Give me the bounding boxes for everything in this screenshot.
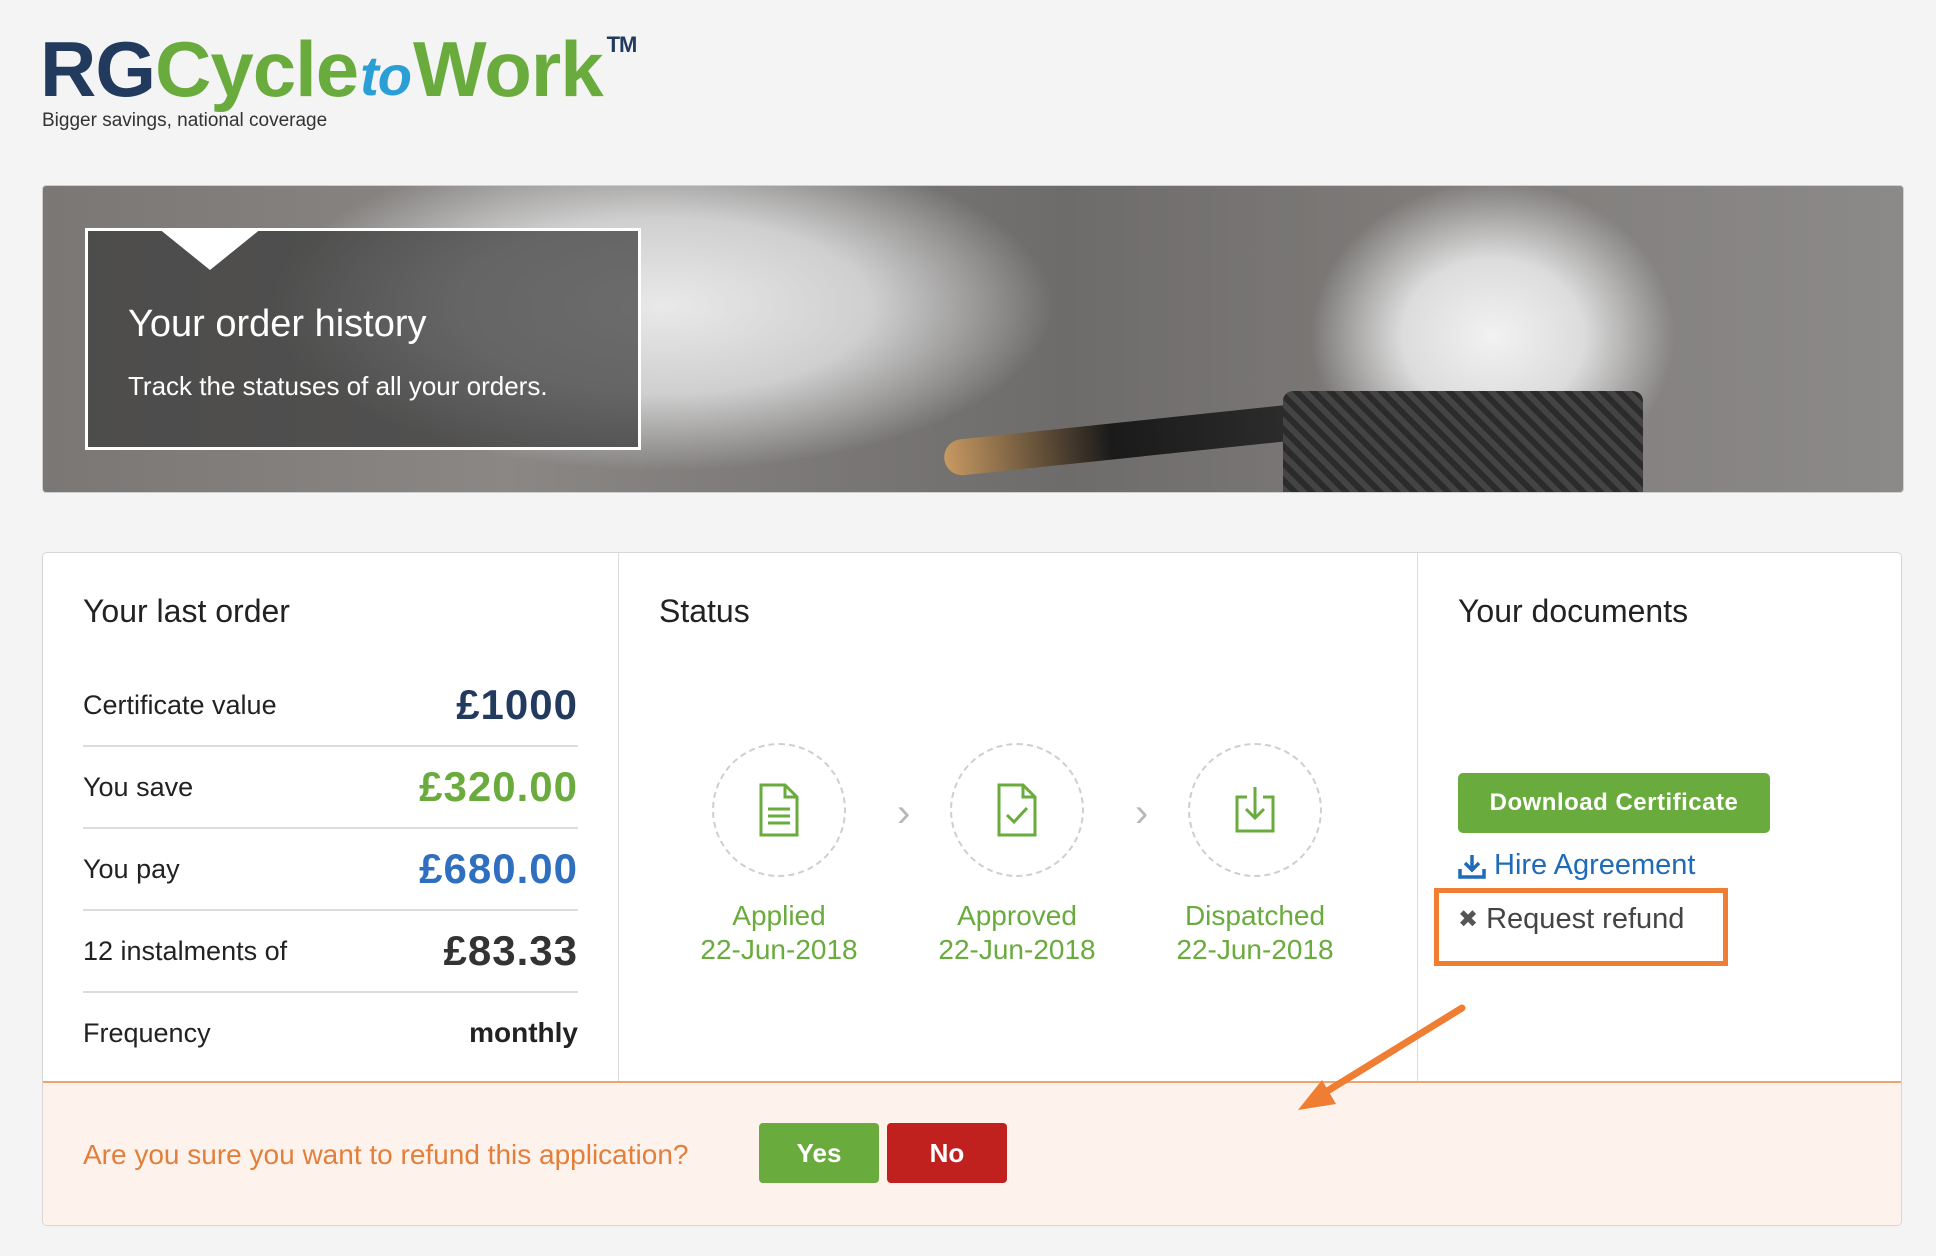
logo-trademark: TM [606,32,638,57]
brand-logo[interactable]: RG Cycle to Work TM Bigger savings, nati… [40,25,638,132]
last-order-heading: Your last order [83,593,290,629]
step-date: 22-Jun-2018 [700,934,858,965]
step-label: Dispatched [1184,900,1326,931]
page-title: Your order history [128,303,427,345]
status-heading: Status [659,593,750,629]
refund-confirmation-bar: Are you sure you want to refund this app… [43,1081,1901,1225]
step-circle [712,743,846,877]
logo-tagline: Bigger savings, national coverage [42,110,328,131]
status-step-applied: Applied 22-Jun-2018 [659,743,899,967]
download-icon [1235,787,1275,833]
row-label: Certificate value [83,689,277,720]
step-label: Approved [957,900,1077,931]
hire-agreement-link[interactable]: Hire Agreement [1458,849,1696,882]
order-row-certificate-value: Certificate value £1000 [83,665,578,747]
confirm-no-button[interactable]: No [887,1123,1007,1183]
row-label: You pay [83,853,180,884]
order-row-instalments: 12 instalments of £83.33 [83,911,578,993]
hero-caption-box: Your order history Track the statuses of… [85,228,641,450]
order-row-you-save: You save £320.00 [83,747,578,829]
step-circle [1188,743,1322,877]
hero-photo-basket [1283,391,1643,492]
logo-cycle: Cycle [155,25,359,113]
close-icon: ✖ [1458,906,1479,933]
refund-confirm-question: Are you sure you want to refund this app… [83,1139,689,1170]
step-circle [950,743,1084,877]
order-row-frequency: Frequency monthly [83,993,578,1073]
order-card: Your last order Certificate value £1000 … [42,552,1902,1226]
row-label: Frequency [83,1017,211,1048]
page-subtitle: Track the statuses of all your orders. [128,371,548,401]
hero-notch [158,228,262,270]
order-row-you-pay: You pay £680.00 [83,829,578,911]
download-tray-icon [1458,854,1486,879]
confirm-yes-button[interactable]: Yes [759,1123,879,1183]
request-refund-link[interactable]: ✖ Request refund [1458,903,1684,936]
certificate-value: £1000 [456,681,578,728]
hero-banner: Your order history Track the statuses of… [42,185,1904,493]
status-panel: Status Applied 22-Jun-2018 › Approved 22… [619,553,1418,1081]
step-date: 22-Jun-2018 [938,934,1096,965]
row-label: You save [83,771,194,802]
status-step-approved: Approved 22-Jun-2018 [897,743,1137,967]
step-label: Applied [732,900,826,931]
last-order-panel: Your last order Certificate value £1000 … [43,553,619,1081]
logo-to: to [360,44,412,107]
pay-value: £680.00 [419,845,578,892]
status-steps: Applied 22-Jun-2018 › Approved 22-Jun-20… [659,743,1379,973]
frequency-value: monthly [469,1017,578,1048]
logo-work: Work [413,25,604,113]
step-date: 22-Jun-2018 [1176,934,1334,965]
status-step-dispatched: Dispatched 22-Jun-2018 [1135,743,1375,967]
row-label: 12 instalments of [83,935,288,966]
logo-wordmark: RG Cycle to Work TM [40,25,638,113]
documents-panel: Your documents Download Certificate Hire… [1418,553,1900,1081]
document-icon [759,783,799,837]
request-refund-label: Request refund [1486,903,1685,935]
download-certificate-button[interactable]: Download Certificate [1458,773,1770,833]
savings-value: £320.00 [419,763,578,810]
logo-rg: RG [40,25,156,113]
instalment-value: £83.33 [443,927,578,974]
document-check-icon [997,783,1037,837]
order-summary-list: Certificate value £1000 You save £320.00… [83,665,578,1073]
hire-agreement-label: Hire Agreement [1494,849,1696,881]
documents-heading: Your documents [1458,593,1689,629]
